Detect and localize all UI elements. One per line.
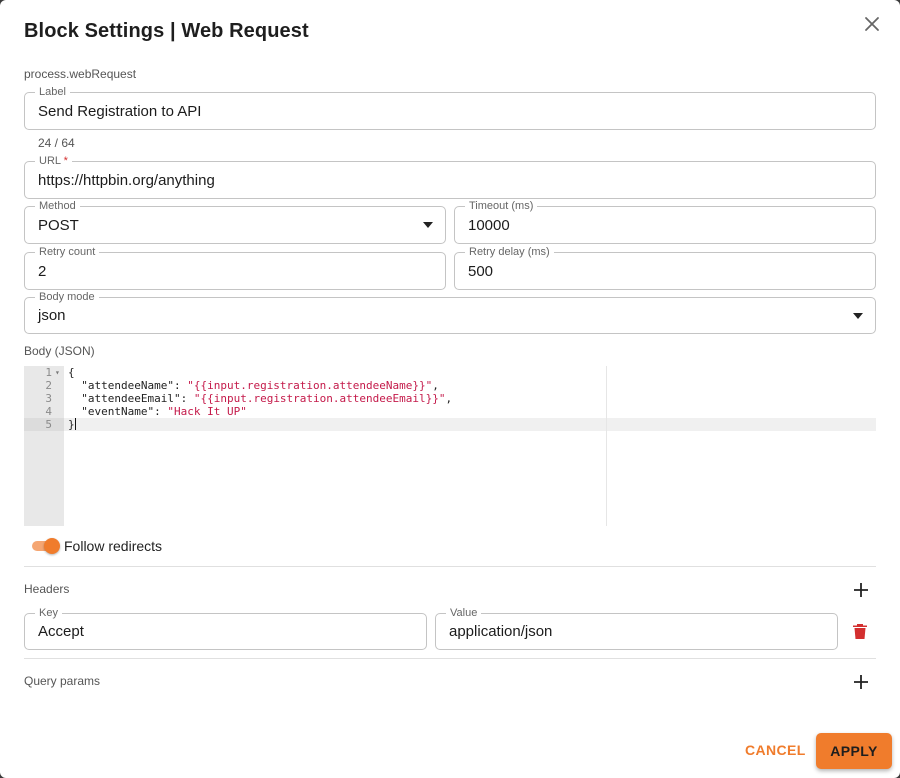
header-key-value: Accept [38,623,84,640]
code-line: { [68,366,75,379]
line-number: 5 [45,418,52,431]
json-tail: , [432,379,439,392]
follow-redirects-label: Follow redirects [64,538,163,554]
code-line: "eventName": "Hack It UP" [68,405,247,418]
json-key: "attendeeEmail" [81,392,181,405]
url-field[interactable]: URL * https://httpbin.org/anything [24,154,876,199]
header-value-field[interactable]: Value application/json [435,606,838,650]
code-token: } [68,418,75,431]
block-settings-dialog: Block Settings | Web Request process.web… [0,0,900,778]
chevron-down-icon [853,312,863,319]
retry-count-field-value: 2 [38,262,47,280]
delete-header-trash-icon[interactable] [851,622,869,640]
json-tail: , [445,392,453,405]
text-cursor [74,418,76,430]
divider [24,658,876,659]
print-margin [606,366,607,526]
line-number: 3 [45,392,52,405]
line-number: 1 [45,366,52,379]
timeout-field[interactable]: Timeout (ms) 10000 [454,199,876,244]
retry-count-field[interactable]: Retry count 2 [24,245,446,290]
json-string: "Hack It UP" [167,405,247,418]
cancel-button[interactable]: CANCEL [745,742,806,758]
code-line: } [68,418,76,431]
method-select-value: POST [38,216,79,234]
add-header-plus-icon[interactable] [852,581,870,599]
line-number: 2 [45,379,52,392]
body-mode-select[interactable]: Body mode json [24,290,876,334]
json-key: "eventName" [81,405,155,418]
method-select[interactable]: Method POST [24,199,446,244]
dialog-title: Block Settings | Web Request [24,20,309,42]
label-field[interactable]: Label Send Registration to API [24,85,876,130]
apply-button[interactable]: APPLY [816,733,892,769]
chevron-down-icon [423,222,433,228]
block-type-label: process.webRequest [24,67,137,81]
header-key-field[interactable]: Key Accept [24,606,427,650]
timeout-field-value: 10000 [468,216,510,234]
json-key: "attendeeName" [81,379,174,392]
divider [24,566,876,567]
header-value-value: application/json [449,623,553,640]
json-sep: : [154,405,168,418]
headers-section-label: Headers [24,582,70,596]
code-token: { [68,366,75,379]
json-string: "{{input.registration.attendeeEmail}}" [193,392,446,405]
retry-delay-field[interactable]: Retry delay (ms) 500 [454,245,876,290]
json-body-editor[interactable]: 1 ▾ 2 3 4 5 { "attendeeName": "{{input.r… [24,366,876,526]
close-icon[interactable] [862,14,882,34]
query-params-section-label: Query params [24,674,101,688]
fold-arrow-icon[interactable]: ▾ [55,366,60,379]
code-line: "attendeeName": "{{input.registration.at… [68,379,439,392]
active-line-highlight [64,418,876,431]
json-sep: : [173,379,188,392]
retry-delay-field-value: 500 [468,262,494,280]
json-string: "{{input.registration.attendeeName}}" [187,379,433,392]
label-field-value: Send Registration to API [38,102,202,120]
json-sep: : [180,392,194,405]
toggle-thumb [44,538,60,554]
label-character-counter: 24 / 64 [38,136,75,150]
add-query-param-plus-icon[interactable] [852,673,870,691]
body-mode-select-value: json [38,307,66,324]
url-field-value: https://httpbin.org/anything [38,171,215,189]
follow-redirects-toggle[interactable] [30,537,62,555]
code-line: "attendeeEmail": "{{input.registration.a… [68,392,452,405]
line-number: 4 [45,405,52,418]
body-json-label: Body (JSON) [24,344,95,358]
